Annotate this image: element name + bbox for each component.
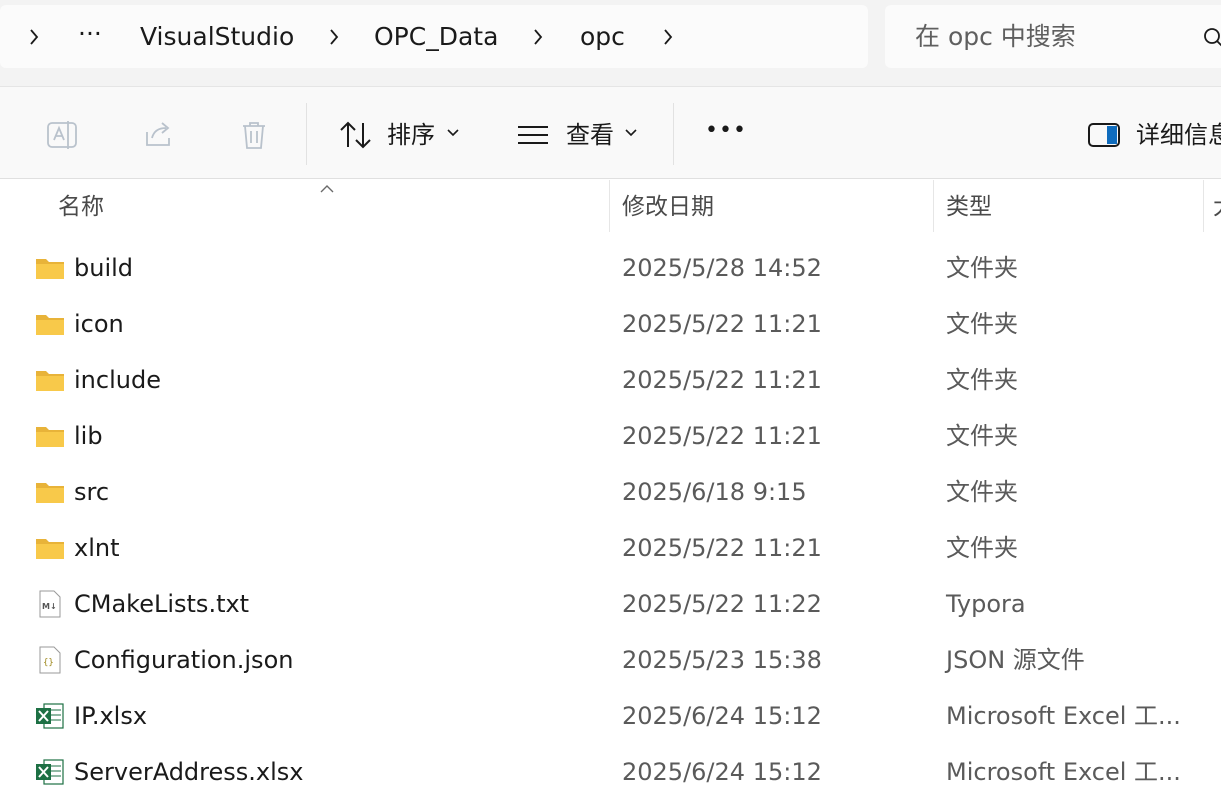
folder-icon xyxy=(35,310,65,338)
file-name: CMakeLists.txt xyxy=(74,590,250,618)
details-button[interactable]: 详细信息 xyxy=(1136,121,1221,149)
chevron-down-icon[interactable] xyxy=(446,127,460,139)
file-name: include xyxy=(74,366,161,394)
folder-icon xyxy=(35,254,65,282)
file-date: 2025/6/24 15:12 xyxy=(622,702,822,730)
list-item[interactable]: lib 2025/5/22 11:21 文件夹 xyxy=(0,408,1221,464)
file-date: 2025/5/22 11:21 xyxy=(622,422,822,450)
toolbar-divider xyxy=(306,103,307,165)
folder-icon xyxy=(35,366,65,394)
sort-ascending-icon xyxy=(318,180,336,193)
sort-button[interactable]: 排序 xyxy=(387,121,435,149)
breadcrumb-item-opc[interactable]: opc xyxy=(580,22,625,52)
share-icon[interactable] xyxy=(141,117,177,153)
list-item[interactable]: xlnt 2025/5/22 11:21 文件夹 xyxy=(0,520,1221,576)
file-date: 2025/5/28 14:52 xyxy=(622,254,822,282)
file-type: 文件夹 xyxy=(946,310,1018,338)
file-type: 文件夹 xyxy=(946,534,1018,562)
file-date: 2025/6/24 15:12 xyxy=(622,758,822,786)
file-name: xlnt xyxy=(74,534,120,562)
svg-text:{}: {} xyxy=(43,658,54,668)
command-bar: 排序 查看 ••• 详细信息 xyxy=(0,86,1221,179)
delete-icon[interactable] xyxy=(236,117,272,153)
chevron-right-icon[interactable] xyxy=(658,27,678,47)
file-date: 2025/5/22 11:21 xyxy=(622,310,822,338)
list-item[interactable]: src 2025/6/18 9:15 文件夹 xyxy=(0,464,1221,520)
column-divider[interactable] xyxy=(609,180,610,232)
json-file-icon: {} xyxy=(35,646,65,674)
list-item[interactable]: build 2025/5/28 14:52 文件夹 xyxy=(0,240,1221,296)
details-pane-icon[interactable] xyxy=(1087,121,1121,149)
list-item[interactable]: IP.xlsx 2025/6/24 15:12 Microsoft Excel … xyxy=(0,688,1221,744)
file-date: 2025/5/22 11:22 xyxy=(622,590,822,618)
file-date: 2025/5/22 11:21 xyxy=(622,366,822,394)
column-header-type[interactable]: 类型 xyxy=(946,193,992,221)
excel-file-icon xyxy=(35,758,65,786)
column-divider[interactable] xyxy=(933,180,934,232)
file-type: Microsoft Excel 工... xyxy=(946,758,1181,786)
file-type: Microsoft Excel 工... xyxy=(946,702,1181,730)
file-name: src xyxy=(74,478,110,506)
list-item[interactable]: icon 2025/5/22 11:21 文件夹 xyxy=(0,296,1221,352)
file-name: IP.xlsx xyxy=(74,702,148,730)
search-icon[interactable] xyxy=(1203,27,1221,49)
title-bar: ··· VisualStudio OPC_Data opc 在 opc 中搜索 xyxy=(0,0,1221,86)
file-date: 2025/5/22 11:21 xyxy=(622,534,822,562)
excel-file-icon xyxy=(35,702,65,730)
file-type: JSON 源文件 xyxy=(946,646,1085,674)
search-box[interactable]: 在 opc 中搜索 xyxy=(885,5,1221,68)
file-date: 2025/5/23 15:38 xyxy=(622,646,822,674)
file-type: 文件夹 xyxy=(946,478,1018,506)
view-button[interactable]: 查看 xyxy=(566,121,614,149)
file-type: Typora xyxy=(946,590,1026,618)
list-item[interactable]: ServerAddress.xlsx 2025/6/24 15:12 Micro… xyxy=(0,744,1221,800)
list-item[interactable]: M↓ CMakeLists.txt 2025/5/22 11:22 Typora xyxy=(0,576,1221,632)
file-name: build xyxy=(74,254,134,282)
chevron-right-icon[interactable] xyxy=(24,27,44,47)
search-input[interactable]: 在 opc 中搜索 xyxy=(915,22,1076,52)
svg-text:M↓: M↓ xyxy=(42,602,57,611)
list-item[interactable]: {} Configuration.json 2025/5/23 15:38 JS… xyxy=(0,632,1221,688)
list-item[interactable]: include 2025/5/22 11:21 文件夹 xyxy=(0,352,1221,408)
column-header-row: 名称 修改日期 类型 大 xyxy=(0,180,1221,232)
column-header-date[interactable]: 修改日期 xyxy=(622,193,714,221)
sort-icon[interactable] xyxy=(338,119,374,151)
column-header-name[interactable]: 名称 xyxy=(58,193,104,221)
view-icon[interactable] xyxy=(516,123,550,147)
more-options-button[interactable]: ••• xyxy=(705,117,747,145)
breadcrumb-item-opc-data[interactable]: OPC_Data xyxy=(374,22,498,52)
chevron-right-icon[interactable] xyxy=(528,27,548,47)
file-date: 2025/6/18 9:15 xyxy=(622,478,807,506)
toolbar-divider xyxy=(673,103,674,165)
folder-icon xyxy=(35,478,65,506)
file-name: icon xyxy=(74,310,124,338)
file-type: 文件夹 xyxy=(946,422,1018,450)
folder-icon xyxy=(35,422,65,450)
file-type: 文件夹 xyxy=(946,366,1018,394)
file-type: 文件夹 xyxy=(946,254,1018,282)
markdown-file-icon: M↓ xyxy=(35,590,65,618)
file-name: ServerAddress.xlsx xyxy=(74,758,304,786)
column-header-size[interactable]: 大 xyxy=(1213,193,1221,221)
breadcrumb-more-button[interactable]: ··· xyxy=(78,19,102,49)
rename-icon[interactable] xyxy=(44,117,80,153)
file-name: lib xyxy=(74,422,103,450)
address-bar[interactable]: ··· VisualStudio OPC_Data opc xyxy=(0,5,868,68)
column-divider[interactable] xyxy=(1203,180,1204,232)
chevron-down-icon[interactable] xyxy=(624,127,638,139)
breadcrumb-item-visualstudio[interactable]: VisualStudio xyxy=(140,22,294,52)
chevron-right-icon[interactable] xyxy=(324,27,344,47)
folder-icon xyxy=(35,534,65,562)
file-name: Configuration.json xyxy=(74,646,294,674)
